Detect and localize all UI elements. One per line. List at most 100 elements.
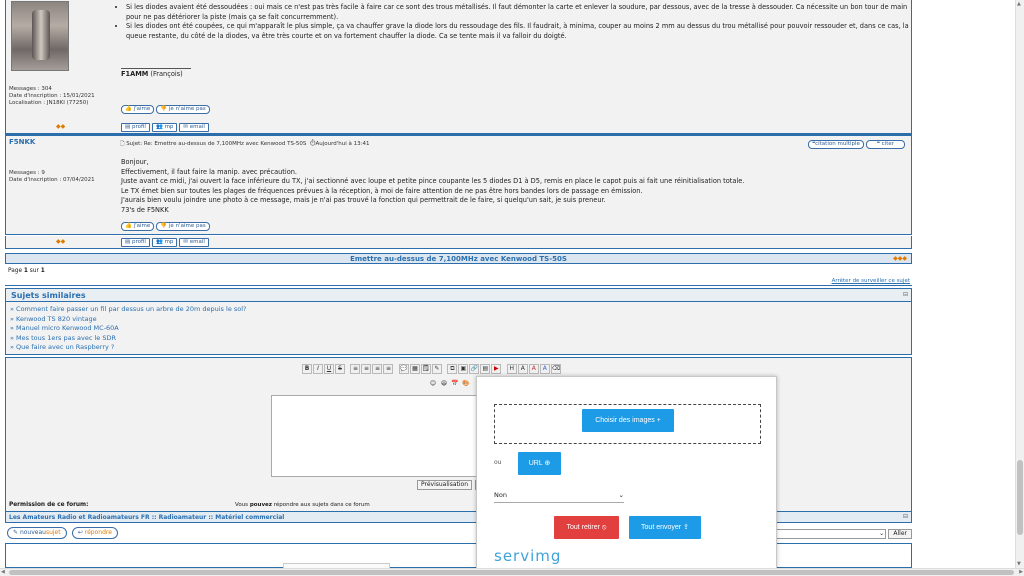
stop-watching-link[interactable]: Arrêter de surveiller ce sujet xyxy=(832,278,910,284)
italic-button[interactable]: I xyxy=(313,364,323,374)
multi-quote-button[interactable]: ❝citation multiple xyxy=(808,140,864,149)
align-right-button[interactable]: ≡ xyxy=(372,364,383,374)
permission-text-a: Vous xyxy=(235,502,250,508)
choose-images-button[interactable]: Choisir des images + xyxy=(582,409,674,432)
scroll-right-icon[interactable]: ▶ xyxy=(1019,569,1023,575)
mp-button-2[interactable]: 👥 mp xyxy=(151,238,178,247)
like-button[interactable]: 👍 j'aime xyxy=(121,105,155,114)
code-icon[interactable]: ▦ xyxy=(409,364,420,374)
h-scroll-thumb[interactable] xyxy=(9,570,1014,575)
eraser-icon[interactable]: ⌫ xyxy=(550,364,561,374)
topic-title[interactable]: Emettre au-dessus de 7,100MHz avec Kenwo… xyxy=(350,255,567,263)
go-button[interactable]: Aller xyxy=(888,529,912,539)
message-textarea[interactable] xyxy=(271,395,484,477)
new-topic-button[interactable]: ✎ nouveausujet xyxy=(7,527,67,539)
vertical-scrollbar[interactable]: ▲ ▼ xyxy=(1015,0,1024,568)
scroll-left-icon[interactable]: ◀ xyxy=(1,569,5,575)
reply-button[interactable]: ↩ répondre xyxy=(71,527,118,539)
note-icon[interactable]: 🗒 xyxy=(420,364,431,374)
forum-select[interactable]: ⌄ xyxy=(773,529,887,539)
send-all-button[interactable]: Tout envoyer ⇪ xyxy=(629,516,701,539)
post-2-author[interactable]: F5NKK xyxy=(9,138,35,146)
breadcrumb[interactable]: Les Amateurs Radio et Radioamateurs FR :… xyxy=(9,514,284,521)
similar-topic-4[interactable]: » Mes tous 1ers pas avec le SDR xyxy=(10,334,247,344)
smiley-2-icon[interactable]: 😆 xyxy=(439,380,449,390)
remove-all-label: Tout retirer xyxy=(566,524,600,531)
post-2-date: Aujourd'hui à 13:41 xyxy=(315,141,370,147)
scroll-thumb[interactable] xyxy=(1017,460,1023,535)
thumb-up-icon: 👍 xyxy=(125,106,132,112)
remove-all-button[interactable]: Tout retirer ⦸ xyxy=(554,516,619,539)
pen-icon[interactable]: ✎ xyxy=(431,364,442,374)
font-size-icon[interactable]: A xyxy=(517,364,528,374)
link-icon[interactable]: 🔗 xyxy=(469,364,480,374)
url-label: URL xyxy=(528,460,543,467)
justify-button[interactable]: ≡ xyxy=(383,364,394,374)
collapse-icon[interactable]: ⊟ xyxy=(903,513,908,520)
post-1-bullet-1: Si les diodes avaient été dessoudées : o… xyxy=(126,3,916,22)
permission-text-c: répondre aux sujets dans ce forum xyxy=(271,502,370,508)
post-1-messages: Messages : 304 xyxy=(9,86,52,92)
dislike-button-2[interactable]: 👎 je n'aime pas xyxy=(156,222,210,231)
email-label-2: email xyxy=(189,239,205,245)
quote-button[interactable]: ❝ citer xyxy=(865,140,905,149)
post-2-line-1: Bonjour, xyxy=(121,158,149,166)
bold-button[interactable]: B xyxy=(302,364,312,374)
signature-divider xyxy=(121,68,191,69)
similar-topic-3[interactable]: » Manuel micro Kenwood MC-60A xyxy=(10,324,247,334)
mp-button[interactable]: 👥 mp xyxy=(151,123,178,132)
quote-label: citer xyxy=(881,141,894,147)
scroll-arrows-icon[interactable]: ◆◆ xyxy=(56,238,65,245)
like-label-2: j'aime xyxy=(133,223,151,229)
underline-button[interactable]: U xyxy=(324,364,334,374)
align-left-button[interactable]: ≡ xyxy=(350,364,361,374)
palette-icon[interactable]: 🎨 xyxy=(461,380,471,390)
horizontal-scrollbar[interactable]: ◀ ▶ xyxy=(0,568,1024,576)
resize-select[interactable]: Non ⌄ xyxy=(494,489,624,503)
smiley-icon[interactable]: 😊 xyxy=(428,380,438,390)
topic-title-bar: Emettre au-dessus de 7,100MHz avec Kenwo… xyxy=(5,253,912,264)
jump-form: ⌄ Aller xyxy=(773,529,912,539)
similar-topic-2[interactable]: » Kenwood TS 820 vintage xyxy=(10,315,247,325)
reply-icon: ↩ xyxy=(77,529,83,536)
similar-topics-title: Sujets similaires xyxy=(11,291,86,300)
font-color-icon[interactable]: A xyxy=(528,364,539,374)
post-1-join-date: Date d'inscription : 15/01/2021 xyxy=(9,93,95,99)
new-topic-label: nouveau xyxy=(19,529,46,536)
email-button-2[interactable]: ✉ email xyxy=(179,238,209,247)
scroll-arrows-icon[interactable]: ◆◆ xyxy=(56,123,65,130)
preview-button[interactable]: Prévisualisation xyxy=(417,480,472,490)
align-center-button[interactable]: ≡ xyxy=(361,364,372,374)
like-button-2[interactable]: 👍 j'aime xyxy=(121,222,155,231)
embed-icon[interactable]: ▤ xyxy=(480,364,491,374)
collapse-icon[interactable]: ⊟ xyxy=(903,291,908,298)
post-2-line-2: Effectivement, il faut faire la manip. a… xyxy=(121,167,298,176)
avatar[interactable] xyxy=(11,1,69,71)
heading-icon[interactable]: H xyxy=(506,364,517,374)
dislike-button[interactable]: 👎 je n'aime pas xyxy=(156,105,210,114)
email-button[interactable]: ✉ email xyxy=(179,123,209,132)
url-button[interactable]: URL ⊕ xyxy=(518,452,561,475)
post-1-author-column: Messages : 304 Date d'inscription : 15/0… xyxy=(6,0,114,136)
similar-topic-5[interactable]: » Que faire avec un Raspberry ? xyxy=(10,343,247,353)
profile-button-2[interactable]: ▤ profil xyxy=(121,238,150,247)
image-icon[interactable]: ▣ xyxy=(458,364,469,374)
calendar-icon[interactable]: 📅 xyxy=(450,380,460,390)
profile-button[interactable]: ▤ profil xyxy=(121,123,150,132)
post-1-footer: ◆◆ ▤ profil 👥 mp ✉ email xyxy=(5,121,912,134)
mp-label-2: mp xyxy=(164,239,174,245)
youtube-icon[interactable]: ▶ xyxy=(491,364,502,374)
like-label: j'aime xyxy=(133,106,151,112)
post-1-location: Localisation : JN18KI (77250) xyxy=(9,100,89,106)
copy-icon[interactable]: ⧉ xyxy=(447,364,458,374)
permission-label: Permission de ce forum: xyxy=(9,502,89,508)
editor-toolbar: BIUS ≡ ≡ ≡ ≡ 💬 ▦ 🗒 ✎ ⧉ ▣ 🔗 ▤ ▶ H A A A ⌫ xyxy=(302,364,562,374)
speech-icon[interactable]: 💬 xyxy=(398,364,409,374)
font-icon[interactable]: A xyxy=(539,364,550,374)
scroll-up-icon[interactable]: ▲ xyxy=(1017,1,1021,7)
strike-button[interactable]: S xyxy=(335,364,345,374)
nav-arrows-icon[interactable]: ◆◆◆ xyxy=(893,254,907,264)
scroll-down-icon[interactable]: ▼ xyxy=(1017,561,1021,567)
quote-small-icon: ❝ xyxy=(876,141,880,147)
similar-topic-1[interactable]: » Comment faire passer un fil par dessus… xyxy=(10,305,247,315)
